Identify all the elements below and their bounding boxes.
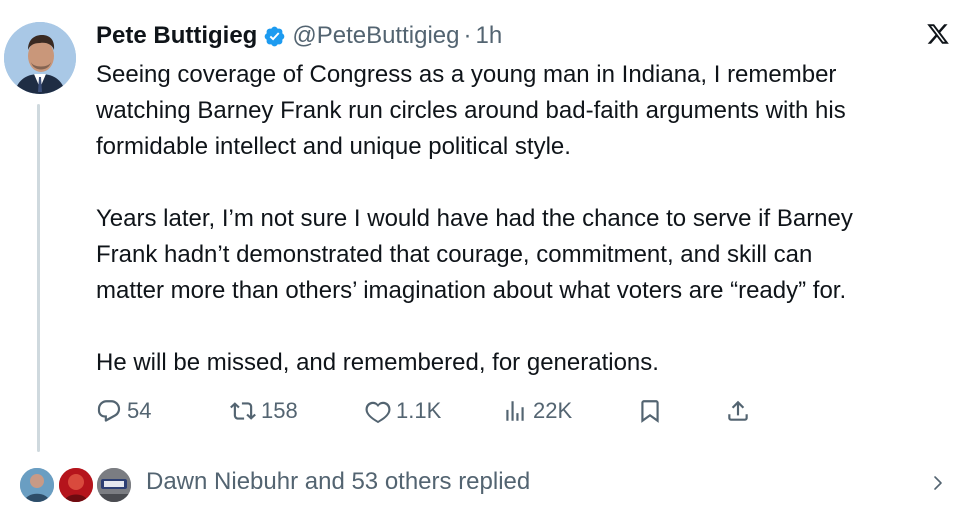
reply-avatar bbox=[57, 466, 95, 504]
tweet-paragraph: He will be missed, and remembered, for g… bbox=[96, 349, 659, 376]
x-logo-icon bbox=[926, 22, 950, 46]
tweet-timestamp[interactable]: 1h bbox=[475, 22, 502, 50]
replies-summary-text: Dawn Niebuhr and 53 others replied bbox=[146, 468, 531, 495]
tweet-header: Pete Buttigieg @PeteButtigieg · 1h bbox=[96, 18, 502, 54]
reply-avatar bbox=[95, 466, 133, 504]
separator-dot: · bbox=[463, 22, 472, 49]
thread-line bbox=[37, 104, 40, 452]
verified-badge-icon bbox=[263, 25, 286, 48]
bookmark-button[interactable] bbox=[637, 394, 663, 428]
author-name[interactable]: Pete Buttigieg bbox=[96, 22, 257, 50]
bookmark-icon bbox=[641, 400, 659, 423]
share-icon bbox=[728, 400, 748, 421]
author-handle[interactable]: @PeteButtigieg bbox=[292, 22, 459, 50]
reply-count: 54 bbox=[127, 398, 152, 423]
author-avatar[interactable] bbox=[4, 22, 76, 94]
reply-icon bbox=[97, 400, 121, 422]
reply-avatar bbox=[18, 466, 56, 504]
tweet-text: Seeing coverage of Congress as a young m… bbox=[96, 57, 956, 381]
repost-count: 158 bbox=[261, 398, 298, 423]
tweet-paragraph: Seeing coverage of Congress as a young m… bbox=[96, 61, 846, 160]
reply-button[interactable]: 54 bbox=[96, 394, 151, 428]
chevron-right-icon[interactable] bbox=[930, 475, 946, 491]
views-button[interactable]: 22K bbox=[502, 394, 572, 428]
tweet-card: Pete Buttigieg @PeteButtigieg · 1h Seein… bbox=[0, 0, 960, 519]
view-count: 22K bbox=[533, 398, 573, 423]
tweet-paragraph: Years later, I’m not sure I would have h… bbox=[96, 205, 853, 304]
share-button[interactable] bbox=[725, 394, 751, 428]
like-button[interactable]: 1.1K bbox=[365, 394, 441, 428]
action-bar: 54 158 1.1K 22K bbox=[96, 394, 796, 428]
views-icon bbox=[506, 401, 524, 421]
repost-button[interactable]: 158 bbox=[230, 394, 298, 428]
replies-summary[interactable]: Dawn Niebuhr and 53 others replied bbox=[0, 458, 960, 508]
repost-icon bbox=[230, 402, 256, 420]
like-icon bbox=[365, 401, 391, 424]
profile-photo bbox=[4, 22, 76, 94]
like-count: 1.1K bbox=[396, 398, 442, 423]
